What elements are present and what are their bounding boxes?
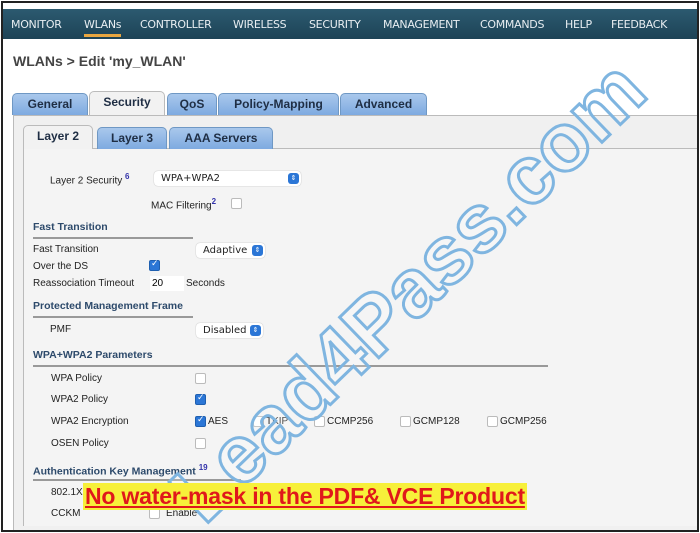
- wpa-policy-label: WPA Policy: [51, 373, 102, 384]
- akm-header: Authentication Key Management: [33, 465, 196, 478]
- tab-advanced[interactable]: Advanced: [340, 93, 427, 115]
- layer2-security-select[interactable]: WPA+WPA2 ⇕: [154, 171, 301, 186]
- subtab-layer2[interactable]: Layer 2: [23, 125, 93, 149]
- aes-label: AES: [208, 416, 229, 427]
- banner-text: No water-mask in the PDF& VCE Product: [83, 483, 527, 510]
- tab-policy-mapping[interactable]: Policy-Mapping: [218, 93, 339, 115]
- help-icon[interactable]: 6: [125, 172, 129, 181]
- wpa2-encryption-label: WPA2 Encryption: [51, 416, 129, 427]
- tab-qos[interactable]: QoS: [167, 93, 217, 115]
- tab-security[interactable]: Security: [89, 91, 165, 115]
- chevron-updown-icon: ⇕: [250, 325, 261, 336]
- divider: [33, 237, 193, 239]
- osen-policy-label: OSEN Policy: [51, 438, 109, 449]
- divider: [33, 365, 548, 367]
- pmf-select[interactable]: Disabled ⇕: [196, 323, 263, 338]
- page-title: WLANs > Edit 'my_WLAN': [13, 53, 186, 69]
- wpa-params-header: WPA+WPA2 Parameters: [33, 349, 153, 361]
- window: MONITOR WLANs CONTROLLER WIRELESS SECURI…: [1, 1, 699, 532]
- subtab-aaa-servers[interactable]: AAA Servers: [169, 127, 273, 149]
- aes-checkbox[interactable]: [195, 415, 206, 427]
- tab-general[interactable]: General: [12, 93, 88, 115]
- fast-transition-label: Fast Transition: [33, 244, 99, 255]
- mac-filtering-label: MAC Filtering: [151, 200, 212, 212]
- over-ds-label: Over the DS: [33, 261, 89, 272]
- over-ds-checkbox[interactable]: [149, 259, 160, 271]
- nav-help[interactable]: HELP: [565, 18, 592, 31]
- nav-security[interactable]: SECURITY: [309, 18, 361, 31]
- pmf-header: Protected Management Frame: [33, 300, 183, 312]
- reassociation-timeout-label: Reassociation Timeout: [33, 278, 135, 289]
- wpa-policy-checkbox[interactable]: [195, 373, 206, 384]
- layer2-security-label: Layer 2 Security: [50, 175, 123, 187]
- fast-transition-header: Fast Transition: [33, 221, 108, 233]
- help-icon[interactable]: 19: [199, 463, 208, 472]
- nav-controller[interactable]: CONTROLLER: [140, 18, 212, 31]
- gcmp128-label: GCMP128: [413, 416, 460, 427]
- select-value: Disabled: [203, 325, 247, 336]
- ccmp256-checkbox[interactable]: [314, 416, 325, 427]
- ccmp256-label: CCMP256: [327, 416, 374, 427]
- top-nav: MONITOR WLANs CONTROLLER WIRELESS SECURI…: [3, 9, 697, 39]
- select-value: WPA+WPA2: [161, 173, 220, 184]
- fast-transition-select[interactable]: Adaptive ⇕: [196, 243, 265, 258]
- subtab-layer3[interactable]: Layer 3: [97, 127, 167, 149]
- akm-cckm-label: CCKM: [51, 508, 81, 519]
- akm-8021x-label: 802.1X: [51, 487, 83, 498]
- reassociation-timeout-input[interactable]: [150, 276, 184, 291]
- wpa2-policy-label: WPA2 Policy: [51, 394, 109, 405]
- tkip-checkbox[interactable]: [253, 416, 264, 427]
- divider: [33, 316, 193, 318]
- gcmp128-checkbox[interactable]: [400, 416, 411, 427]
- nav-commands[interactable]: COMMANDS: [480, 18, 544, 31]
- divider: [33, 479, 241, 481]
- select-value: Adaptive: [203, 245, 248, 256]
- nav-wireless[interactable]: WIRELESS: [233, 18, 287, 31]
- nav-monitor[interactable]: MONITOR: [11, 18, 62, 31]
- nav-feedback[interactable]: FEEDBACK: [611, 18, 667, 31]
- gcmp256-label: GCMP256: [500, 416, 547, 427]
- tkip-label: TKIP: [266, 416, 289, 427]
- wpa2-policy-checkbox[interactable]: [195, 393, 206, 405]
- mac-filtering-checkbox[interactable]: [231, 198, 242, 209]
- help-icon[interactable]: 2: [212, 197, 216, 206]
- nav-wlans[interactable]: WLANs: [84, 18, 122, 37]
- chevron-updown-icon: ⇕: [252, 245, 263, 256]
- seconds-unit: Seconds: [186, 278, 225, 289]
- pmf-label: PMF: [50, 324, 72, 335]
- osen-policy-checkbox[interactable]: [195, 438, 206, 449]
- gcmp256-checkbox[interactable]: [487, 416, 498, 427]
- nav-management[interactable]: MANAGEMENT: [383, 18, 460, 31]
- chevron-updown-icon: ⇕: [288, 173, 299, 184]
